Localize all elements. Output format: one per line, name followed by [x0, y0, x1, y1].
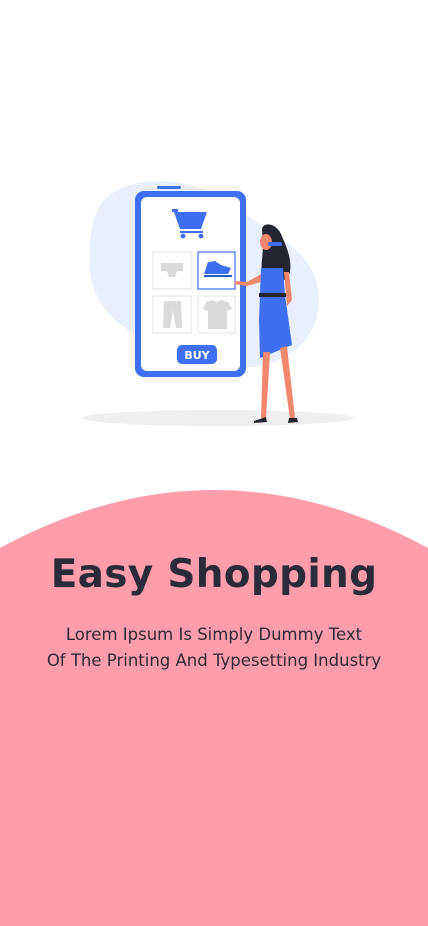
- buy-label: BUY: [184, 349, 210, 362]
- onboarding-illustration: BUY: [0, 0, 428, 480]
- onboarding-panel: Easy Shopping Lorem Ipsum Is Simply Dumm…: [0, 490, 428, 926]
- description: Lorem Ipsum Is Simply Dummy Text Of The …: [0, 622, 428, 674]
- description-line-2: Of The Printing And Typesetting Industry: [46, 651, 382, 670]
- description-line-1: Lorem Ipsum Is Simply Dummy Text: [65, 625, 363, 644]
- page-title: Easy Shopping: [50, 552, 378, 597]
- phone-mockup: BUY: [135, 186, 246, 377]
